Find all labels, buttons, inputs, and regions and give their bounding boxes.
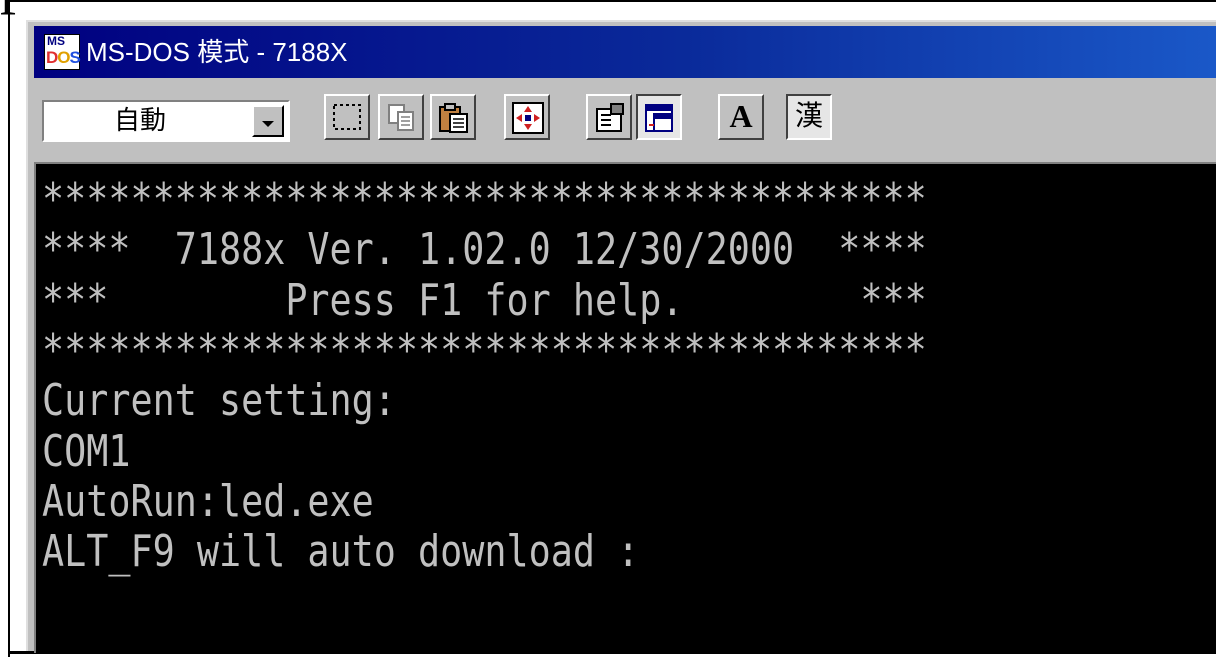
toolbar: 自動 A 漢 xyxy=(34,84,1216,156)
background-button[interactable] xyxy=(636,94,682,140)
fullscreen-button[interactable] xyxy=(504,94,550,140)
msdos-icon-letter-s: S xyxy=(69,48,81,67)
font-size-select-value: 自動 xyxy=(114,106,167,136)
font-size-select[interactable]: 自動 xyxy=(42,100,290,142)
frame-border-left xyxy=(8,0,10,657)
console-line: AutoRun:led.exe xyxy=(42,476,374,527)
font-icon: A xyxy=(729,98,753,134)
properties-button[interactable] xyxy=(586,94,632,140)
frame-border-top xyxy=(8,0,1216,2)
paste-icon xyxy=(439,103,468,133)
properties-icon xyxy=(596,103,624,132)
console-line: *** Press F1 for help. *** xyxy=(42,275,927,326)
msdos-icon-dos-text: DOS xyxy=(46,48,81,67)
msdos-icon-ms-text: MS xyxy=(47,34,65,48)
background-icon xyxy=(645,104,673,132)
copy-icon xyxy=(388,104,414,131)
fullscreen-icon xyxy=(512,102,544,134)
chevron-down-icon xyxy=(262,121,274,127)
msdos-window: MS DOS MS-DOS 模式 - 7188X 自動 A 漢 ********… xyxy=(26,20,1216,653)
console-line: COM1 xyxy=(42,426,131,477)
msdos-icon-letter-d: D xyxy=(46,48,58,67)
chinese-char-icon: 漢 xyxy=(794,99,823,132)
chinese-input-button[interactable]: 漢 xyxy=(786,94,832,140)
font-button[interactable]: A xyxy=(718,94,764,140)
console-line: Current setting: xyxy=(42,375,396,426)
console-line: **** 7188x Ver. 1.02.0 12/30/2000 **** xyxy=(42,224,927,275)
screenshot-root: p MS DOS MS-DOS 模式 - 7188X 自動 xyxy=(0,0,1216,657)
copy-button[interactable] xyxy=(378,94,424,140)
title-bar[interactable]: MS DOS MS-DOS 模式 - 7188X xyxy=(34,26,1216,78)
msdos-icon[interactable]: MS DOS xyxy=(44,34,81,70)
paste-button[interactable] xyxy=(430,94,476,140)
console-screen[interactable]: ****************************************… xyxy=(34,162,1216,653)
mark-button[interactable] xyxy=(324,94,370,140)
console-line: **************************************** xyxy=(42,325,927,376)
msdos-icon-letter-o: O xyxy=(57,48,70,67)
console-line: ALT_F9 will auto download : xyxy=(42,526,640,577)
mark-icon xyxy=(333,104,361,130)
console-line: **************************************** xyxy=(42,174,927,225)
font-size-dropdown-button[interactable] xyxy=(252,105,284,137)
window-title: MS-DOS 模式 - 7188X xyxy=(86,37,348,67)
